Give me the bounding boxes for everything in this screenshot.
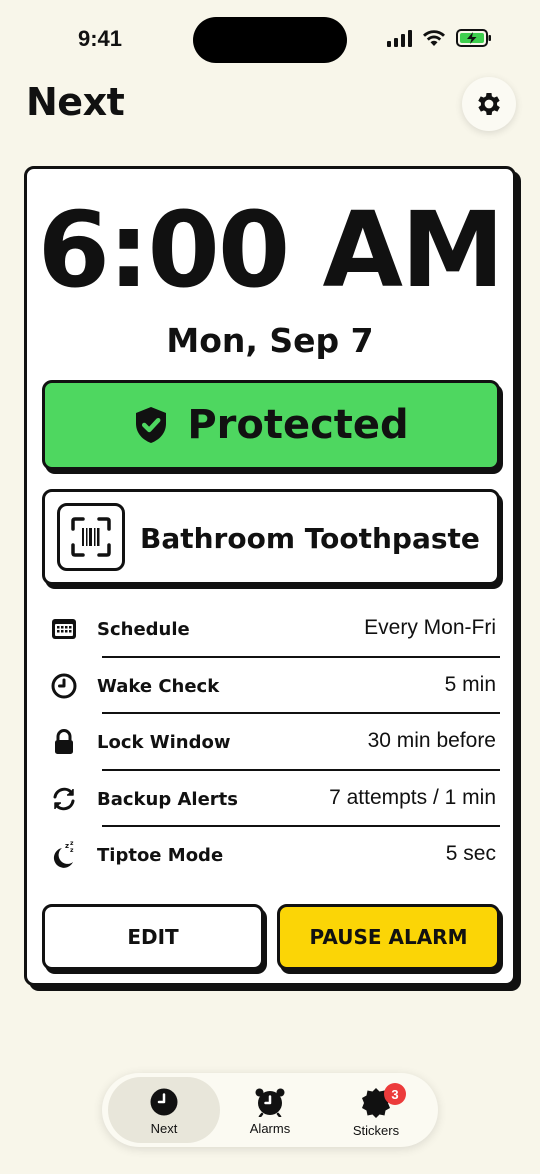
alarm-date: Mon, Sep 7: [166, 321, 374, 360]
alarm-clock-icon: [255, 1088, 285, 1117]
tab-label: Stickers: [352, 1123, 400, 1138]
battery-charging-icon: [456, 29, 491, 47]
setting-value: 5 sec: [445, 842, 496, 865]
svg-text:z: z: [65, 842, 69, 850]
barcode-task-button[interactable]: Bathroom Toothpaste: [42, 489, 500, 585]
alarm-settings-list: Schedule Every Mon-Fri Wake Check 5 min: [42, 601, 500, 887]
setting-row-lock-window[interactable]: Lock Window 30 min before: [42, 714, 500, 771]
alarm-card: 6:00 AM Mon, Sep 7 Protected Bathroom To…: [24, 166, 516, 986]
setting-label: Schedule: [97, 619, 190, 640]
tab-next[interactable]: Next: [108, 1077, 220, 1143]
status-time: 9:41: [78, 26, 123, 51]
setting-value: Every Mon-Fri: [364, 616, 496, 639]
lock-icon: [50, 728, 78, 756]
setting-label: Backup Alerts: [97, 788, 238, 810]
setting-value: 7 attempts / 1 min: [329, 785, 496, 809]
protected-label: Protected: [187, 402, 409, 448]
barcode-label: Bathroom Toothpaste: [140, 522, 480, 555]
signal-icon: [387, 29, 412, 47]
setting-row-tiptoe-mode[interactable]: z z z Tiptoe Mode 5 sec: [42, 827, 500, 887]
settings-button[interactable]: [462, 77, 516, 131]
protected-status-banner[interactable]: Protected: [42, 380, 500, 470]
edit-button[interactable]: EDIT: [42, 904, 264, 970]
status-bar: 9:41: [0, 0, 540, 80]
tab-alarms[interactable]: Alarms: [214, 1077, 326, 1143]
dynamic-island: [193, 17, 347, 63]
clock-icon: [150, 1088, 178, 1116]
setting-label: Lock Window: [97, 732, 231, 753]
page-title: Next: [26, 80, 125, 124]
tab-bar: Next Alarms Stickers 3: [102, 1073, 438, 1147]
moon-sleep-icon: z z z: [50, 840, 78, 869]
calendar-icon: [50, 615, 78, 643]
setting-label: Tiptoe Mode: [97, 845, 224, 866]
clock-icon: [50, 672, 78, 700]
notification-badge: 3: [384, 1083, 406, 1105]
tab-label: Next: [150, 1121, 178, 1136]
status-icons: [387, 28, 492, 48]
setting-value: 5 min: [444, 672, 496, 696]
setting-row-schedule[interactable]: Schedule Every Mon-Fri: [42, 601, 500, 658]
setting-value: 30 min before: [367, 729, 496, 752]
refresh-icon: [50, 785, 78, 813]
setting-row-wake-check[interactable]: Wake Check 5 min: [42, 658, 500, 714]
svg-text:z: z: [70, 847, 74, 854]
wifi-icon: [423, 30, 445, 46]
shield-check-icon: [136, 407, 167, 443]
setting-row-backup-alerts[interactable]: Backup Alerts 7 attempts / 1 min: [42, 771, 500, 827]
pause-alarm-button[interactable]: PAUSE ALARM: [277, 904, 500, 970]
tab-stickers[interactable]: Stickers 3: [320, 1077, 432, 1143]
alarm-time: 6:00 AM: [37, 189, 505, 311]
tab-label: Alarms: [249, 1121, 291, 1136]
gear-icon: [478, 93, 500, 115]
svg-text:z: z: [70, 840, 74, 847]
barcode-scan-icon: [57, 503, 125, 571]
setting-label: Wake Check: [97, 675, 220, 697]
